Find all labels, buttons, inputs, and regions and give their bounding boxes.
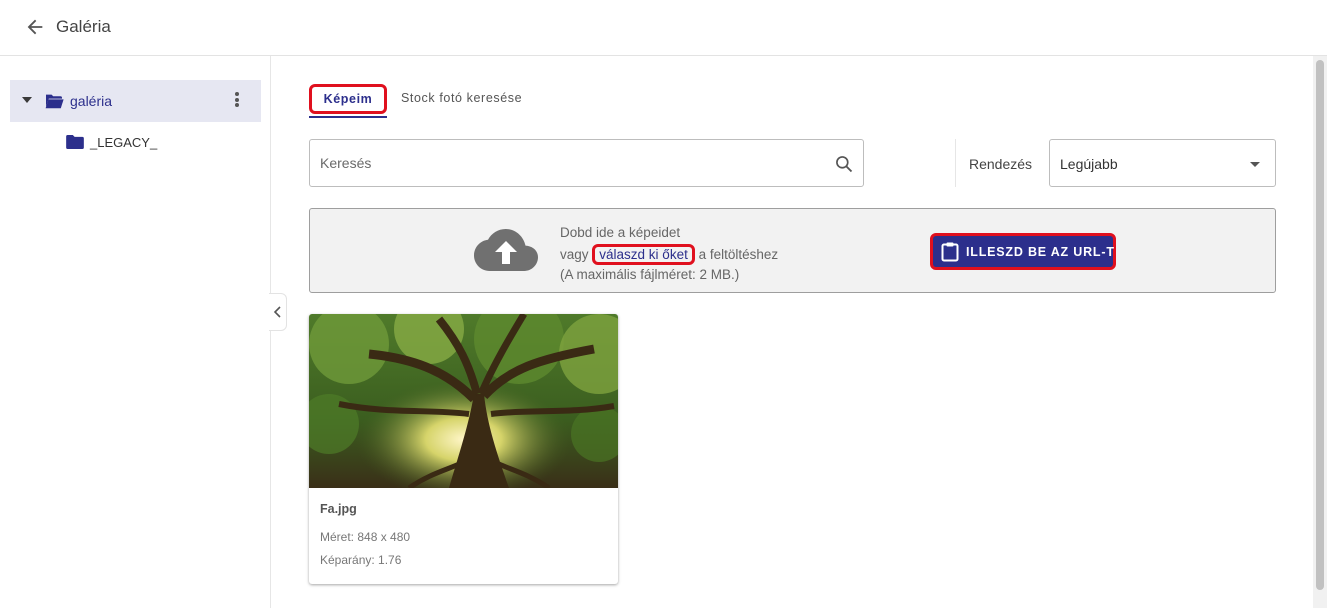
dropzone-line-2-prefix: vagy — [560, 246, 593, 262]
clipboard-icon — [941, 242, 959, 262]
collapse-sidebar-button[interactable] — [269, 293, 287, 331]
sort-value: Legújabb — [1060, 156, 1118, 172]
image-aspect-ratio: Képarány: 1.76 — [320, 553, 402, 567]
search-icon[interactable] — [834, 154, 854, 174]
sort-select[interactable]: Legújabb — [1049, 139, 1276, 187]
tab-my-images[interactable]: Képeim — [309, 84, 387, 118]
tree-photo-thumbnail — [309, 314, 618, 488]
expand-caret-icon[interactable] — [22, 97, 32, 103]
tab-label: Stock fotó keresése — [401, 91, 523, 105]
dropdown-arrow-icon — [1250, 162, 1260, 167]
dropzone-line-3: (A maximális fájlméret: 2 MB.) — [560, 267, 740, 282]
image-card[interactable]: Fa.jpg Méret: 848 x 480 Képarány: 1.76 — [309, 314, 618, 584]
tab-label: Képeim — [309, 84, 387, 114]
sort-label: Rendezés — [969, 156, 1033, 172]
folder-icon — [66, 135, 84, 149]
divider — [955, 139, 956, 187]
choose-files-link[interactable]: válaszd ki őket — [592, 243, 695, 265]
folder-sidebar: galéria _LEGACY_ — [0, 56, 271, 608]
cloud-upload-icon — [474, 229, 538, 271]
chevron-left-icon — [273, 306, 281, 318]
folder-label: galéria — [70, 93, 113, 109]
folder-tree-item-legacy[interactable]: _LEGACY_ — [60, 130, 260, 156]
dropzone-line-1: Dobd ide a képeidet — [560, 225, 681, 240]
more-vert-icon[interactable] — [230, 91, 244, 111]
folder-label: _LEGACY_ — [90, 135, 158, 150]
paste-url-button[interactable]: ILLESZD BE AZ URL-T — [930, 233, 1116, 270]
dropzone-text: Dobd ide a képeidet vagy válaszd ki őket… — [560, 223, 778, 286]
search-field[interactable] — [309, 139, 864, 187]
vertical-scrollbar[interactable] — [1313, 56, 1327, 608]
folder-open-icon — [45, 94, 64, 109]
dropzone-line-2-suffix: a feltöltéshez — [694, 246, 779, 262]
back-arrow-icon[interactable] — [24, 16, 46, 38]
search-input[interactable] — [320, 152, 820, 174]
page-title: Galéria — [56, 17, 111, 36]
top-bar: Galéria — [0, 0, 1327, 56]
folder-tree-item-galeria[interactable]: galéria — [10, 80, 261, 122]
image-size: Méret: 848 x 480 — [320, 530, 411, 544]
paste-url-label: ILLESZD BE AZ URL-T — [966, 245, 1115, 259]
dropzone-line-2: vagy válaszd ki őket a feltöltéshez — [560, 243, 779, 266]
scrollbar-thumb[interactable] — [1316, 60, 1324, 590]
image-file-name: Fa.jpg — [320, 502, 357, 516]
upload-dropzone[interactable]: Dobd ide a képeidet vagy válaszd ki őket… — [309, 208, 1276, 293]
